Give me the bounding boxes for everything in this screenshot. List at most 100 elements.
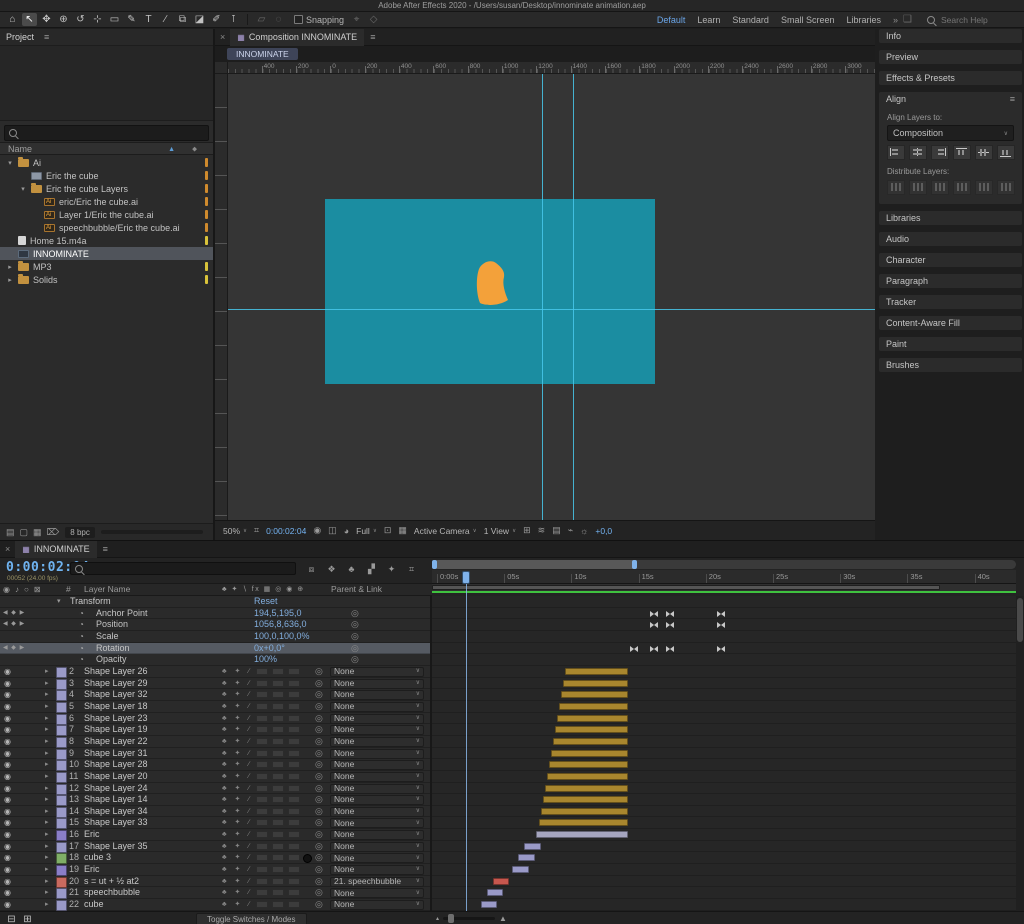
brush-tool[interactable]: ∕ xyxy=(158,13,173,26)
timeline-lane[interactable] xyxy=(432,876,1016,888)
keyframe-icon[interactable] xyxy=(666,646,674,652)
property-row-rotation[interactable]: ◀ ◆ ▶◔Rotation0x+0,0°◎ xyxy=(0,643,430,655)
help-search-input[interactable] xyxy=(939,14,1015,26)
property-row-position[interactable]: ◀ ◆ ▶◔Position1056,8,636,0◎ xyxy=(0,619,430,631)
parent-dropdown[interactable]: None∨ xyxy=(330,679,424,689)
shape-tool[interactable]: ▭ xyxy=(107,13,122,26)
panel-menu-icon[interactable]: ≡ xyxy=(1010,92,1015,106)
keyframe-icon[interactable] xyxy=(650,611,658,617)
vertical-scrollbar[interactable] xyxy=(1016,596,1024,911)
layer-switches[interactable]: ♣ ✦ ∕ xyxy=(222,876,253,888)
layer-expander-icon[interactable]: ▸ xyxy=(45,724,49,736)
workspace-tab-libraries[interactable]: Libraries xyxy=(846,15,881,25)
parent-dropdown[interactable]: 21. speechbubble∨ xyxy=(330,877,424,887)
layer-row-3[interactable]: ◉▸3Shape Layer 29♣ ✦ ∕◎None∨ xyxy=(0,678,430,690)
roto-brush-tool[interactable]: ✐ xyxy=(209,13,224,26)
visibility-eye-icon[interactable]: ◉ xyxy=(4,806,11,818)
parent-dropdown[interactable]: None∨ xyxy=(330,818,424,828)
zoom-out-icon[interactable]: ▴ xyxy=(436,915,439,922)
visibility-eye-icon[interactable]: ◉ xyxy=(4,736,11,748)
parent-pick-whip-icon[interactable]: ◎ xyxy=(315,713,323,725)
hide-shy-icon[interactable]: ♣ xyxy=(343,562,360,576)
parent-pick-whip-icon[interactable]: ◎ xyxy=(315,666,323,678)
layer-color-chip[interactable] xyxy=(56,842,67,853)
parent-dropdown[interactable]: None∨ xyxy=(330,702,424,712)
layer-row-11[interactable]: ◉▸11Shape Layer 20♣ ✦ ∕◎None∨ xyxy=(0,771,430,783)
layer-switches[interactable]: ♣ ✦ ∕ xyxy=(222,678,253,690)
layer-duration-bar[interactable] xyxy=(563,680,628,687)
layer-expander-icon[interactable]: ▸ xyxy=(45,852,49,864)
layer-row-13[interactable]: ◉▸13Shape Layer 14♣ ✦ ∕◎None∨ xyxy=(0,794,430,806)
layer-expander-icon[interactable]: ▸ xyxy=(45,771,49,783)
video-column-icon[interactable]: ◉ xyxy=(3,584,10,595)
layer-duration-bar[interactable] xyxy=(512,866,529,873)
keyframe-icon[interactable] xyxy=(717,611,725,617)
layer-row-10[interactable]: ◉▸10Shape Layer 28♣ ✦ ∕◎None∨ xyxy=(0,759,430,771)
layer-duration-bar[interactable] xyxy=(565,668,628,675)
panel-brushes[interactable]: Brushes xyxy=(879,358,1022,372)
workspace-tab-learn[interactable]: Learn xyxy=(697,15,720,25)
parent-dropdown[interactable]: None∨ xyxy=(330,784,424,794)
layer-color-chip[interactable] xyxy=(56,865,67,876)
guide-horizontal[interactable] xyxy=(228,309,875,310)
stopwatch-icon[interactable]: ◔ xyxy=(79,631,84,643)
label-color-tick[interactable] xyxy=(205,275,208,284)
layer-switches[interactable]: ♣ ✦ ∕ xyxy=(222,666,253,678)
layer-expander-icon[interactable]: ▸ xyxy=(45,759,49,771)
project-item-innominate[interactable]: INNOMINATE xyxy=(0,247,213,260)
distribute-right-button[interactable] xyxy=(997,180,1015,195)
panel-menu-icon[interactable]: ≡ xyxy=(370,32,375,42)
layer-duration-bar[interactable] xyxy=(493,878,509,885)
workspace-overflow-chevrons[interactable]: » xyxy=(893,15,898,25)
motion-blur-icon[interactable]: ✦ xyxy=(383,562,400,576)
align-left-button[interactable] xyxy=(887,145,905,160)
layer-switches[interactable]: ♣ ✦ ∕ xyxy=(222,829,253,841)
visibility-eye-icon[interactable]: ◉ xyxy=(4,899,11,911)
playhead-line[interactable] xyxy=(466,584,467,911)
layer-duration-bar[interactable] xyxy=(561,691,628,698)
timeline-nav-icon[interactable]: ▤ xyxy=(552,525,561,536)
panel-menu-icon[interactable]: ≡ xyxy=(44,32,49,42)
parent-pick-whip-icon[interactable]: ◎ xyxy=(315,678,323,690)
timeline-lane[interactable] xyxy=(432,608,1016,620)
layer-expander-icon[interactable]: ▸ xyxy=(45,876,49,888)
timeline-lane[interactable] xyxy=(432,654,1016,666)
fast-previews-icon[interactable]: ≋ xyxy=(538,525,546,536)
magnification-dropdown[interactable]: 50%∨ xyxy=(223,526,247,536)
project-item-mp3[interactable]: ▸MP3 xyxy=(0,260,213,273)
layer-color-chip[interactable] xyxy=(56,830,67,841)
quality-ball-icon[interactable] xyxy=(303,854,312,863)
layer-duration-bar[interactable] xyxy=(547,773,628,780)
parent-dropdown[interactable]: None∨ xyxy=(330,690,424,700)
visibility-eye-icon[interactable]: ◉ xyxy=(4,841,11,853)
distribute-horizontal-center-button[interactable] xyxy=(975,180,993,195)
layer-row-19[interactable]: ◉▸19Eric♣ ✦ ∕◎None∨ xyxy=(0,864,430,876)
label-color-tick[interactable] xyxy=(205,262,208,271)
timeline-lane[interactable] xyxy=(432,759,1016,771)
layer-color-chip[interactable] xyxy=(56,853,67,864)
layer-expander-icon[interactable]: ▸ xyxy=(45,817,49,829)
snapping-option-icon[interactable]: ◇ xyxy=(366,13,381,26)
parent-pick-whip-icon[interactable]: ◎ xyxy=(315,899,323,911)
panel-paint[interactable]: Paint xyxy=(879,337,1022,351)
timeline-lane[interactable] xyxy=(432,899,1016,911)
composition-viewport[interactable] xyxy=(228,74,875,520)
layer-switches[interactable]: ♣ ✦ ∕ xyxy=(222,817,253,829)
layer-color-chip[interactable] xyxy=(56,807,67,818)
layer-duration-bar[interactable] xyxy=(559,703,628,710)
graph-editor-icon[interactable]: ⌗ xyxy=(403,562,420,576)
parent-dropdown[interactable]: None∨ xyxy=(330,760,424,770)
clone-stamp-tool[interactable]: ⧉ xyxy=(175,13,190,26)
work-area-track[interactable] xyxy=(432,584,1016,591)
layer-color-chip[interactable] xyxy=(56,679,67,690)
property-row-anchor-point[interactable]: ◀ ◆ ▶◔Anchor Point194,5,195,0◎ xyxy=(0,608,430,620)
keyframe-icon[interactable] xyxy=(717,646,725,652)
layer-row-16[interactable]: ◉▸16Eric♣ ✦ ∕◎None∨ xyxy=(0,829,430,841)
project-panel-header[interactable]: Project ≡ xyxy=(0,29,213,46)
property-row-scale[interactable]: ◔Scale100,0,100,0%◎ xyxy=(0,631,430,643)
parent-dropdown[interactable]: None∨ xyxy=(330,737,424,747)
parent-pick-whip-icon[interactable]: ◎ xyxy=(315,724,323,736)
home-tool[interactable]: ⌂ xyxy=(5,13,20,26)
draft-3d-icon[interactable]: ❖ xyxy=(323,562,340,576)
label-color-tick[interactable] xyxy=(205,158,208,167)
